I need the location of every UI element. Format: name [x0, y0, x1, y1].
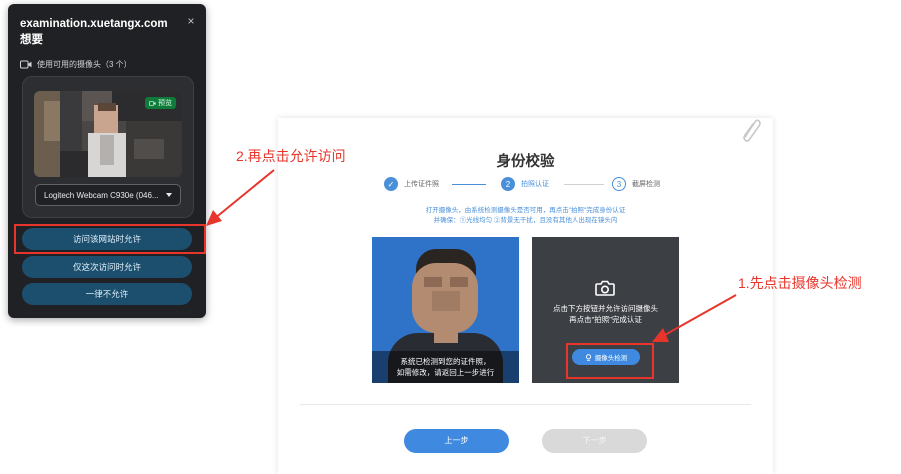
preview-badge: 预览	[145, 97, 176, 109]
camera-icon	[595, 280, 615, 296]
permission-label: 使用可用的摄像头（3 个）	[37, 60, 132, 69]
deny-button[interactable]: 一律不允许	[22, 283, 192, 305]
verification-card	[278, 118, 773, 474]
detect-button-highlight	[566, 343, 654, 379]
camera-permission-icon	[20, 60, 32, 69]
instruction-text: 打开摄像头，由系统检测摄像头是否可用，再点击"拍照"完成身份认证 并确保：①光线…	[278, 206, 773, 226]
arrow-head	[206, 210, 222, 226]
prev-step-button[interactable]: 上一步	[404, 429, 509, 453]
step-label: 截屏检测	[632, 181, 660, 188]
step-upload-id: ✓ 上传证件照	[384, 177, 439, 191]
camera-hint-line: 再点击"拍照"完成认证	[569, 315, 642, 324]
allow-once-button[interactable]: 仅这次访问时允许	[22, 256, 192, 278]
annotation-step2: 2.再点击允许访问	[236, 148, 346, 164]
permission-row: 使用可用的摄像头（3 个）	[20, 59, 132, 70]
divider	[300, 404, 751, 405]
camera-select[interactable]: Logitech Webcam C930e (046...	[35, 184, 181, 206]
arrow-to-allow	[213, 169, 275, 220]
step-number: 3	[612, 177, 626, 191]
camera-hint-line: 点击下方按钮并允许访问摄像头	[553, 304, 658, 313]
preview-badge-label: 预览	[158, 100, 172, 107]
chevron-down-icon	[166, 193, 172, 197]
caption-line: 如需修改，请返回上一步进行	[396, 368, 495, 377]
step-number: 2	[501, 177, 515, 191]
step-photo-auth: 2 拍照认证	[501, 177, 549, 191]
camera-hint: 点击下方按钮并允许访问摄像头 再点击"拍照"完成认证	[532, 303, 679, 325]
allow-button-highlight	[14, 224, 206, 254]
step-connector	[452, 184, 486, 185]
step-screen-check: 3 截屏检测	[612, 177, 660, 191]
check-icon: ✓	[384, 177, 398, 191]
popup-title: examination.xuetangx.com 想要	[20, 18, 168, 46]
caption-line: 系统已检测到您的证件照，	[400, 357, 491, 366]
instruction-line: 并确保：①光线均匀 ②背景无干扰，且没有其他人出现在镜头内	[433, 217, 618, 224]
page-title: 身份校验	[496, 154, 555, 170]
camera-preview-card: 预览 Logitech Webcam C930e (046...	[22, 76, 194, 218]
camera-permission-popup: examination.xuetangx.com 想要 × 使用可用的摄像头（3…	[8, 4, 206, 318]
camera-preview-video: 预览	[34, 91, 182, 177]
step-label: 上传证件照	[404, 181, 439, 188]
step-connector	[564, 184, 604, 185]
stepper: ✓ 上传证件照 2 拍照认证 3 截屏检测	[384, 177, 684, 193]
step-label: 拍照认证	[521, 181, 549, 188]
annotation-step1: 1.先点击摄像头检测	[738, 275, 862, 291]
video-icon	[149, 100, 156, 106]
camera-select-value: Logitech Webcam C930e (046...	[44, 190, 159, 200]
paperclip-icon	[743, 119, 761, 142]
instruction-line: 打开摄像头，由系统检测摄像头是否可用，再点击"拍照"完成身份认证	[425, 207, 626, 214]
id-photo-caption: 系统已检测到您的证件照， 如需修改，请返回上一步进行	[372, 351, 519, 383]
id-photo: 系统已检测到您的证件照， 如需修改，请返回上一步进行	[372, 237, 519, 383]
next-step-button[interactable]: 下一步	[542, 429, 647, 453]
close-icon[interactable]: ×	[184, 14, 198, 28]
